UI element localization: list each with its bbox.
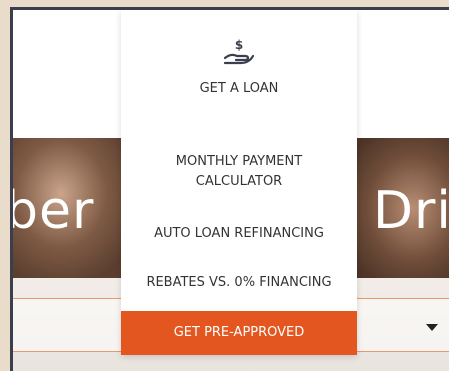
svg-text:$: $ xyxy=(235,38,243,52)
page-frame: ber Dri $ GET A LOAN MONTHLY PAYMENT CAL… xyxy=(10,7,449,371)
get-pre-approved-button[interactable]: GET PRE-APPROVED xyxy=(121,311,357,355)
money-hand-icon: $ xyxy=(223,38,255,65)
menu-item-monthly-payment-calculator[interactable]: MONTHLY PAYMENT CALCULATOR xyxy=(121,152,357,192)
menu-item-rebates-vs-financing[interactable]: REBATES VS. 0% FINANCING xyxy=(121,273,357,293)
caret-down-icon[interactable] xyxy=(426,324,438,331)
menu-heading[interactable]: GET A LOAN xyxy=(121,81,357,96)
hero-title-right: Dri xyxy=(373,181,449,241)
menu-item-auto-loan-refinancing[interactable]: AUTO LOAN REFINANCING xyxy=(121,224,357,244)
hero-title-left: ber xyxy=(10,181,95,241)
loan-dropdown-menu: $ GET A LOAN MONTHLY PAYMENT CALCULATOR … xyxy=(121,10,357,355)
